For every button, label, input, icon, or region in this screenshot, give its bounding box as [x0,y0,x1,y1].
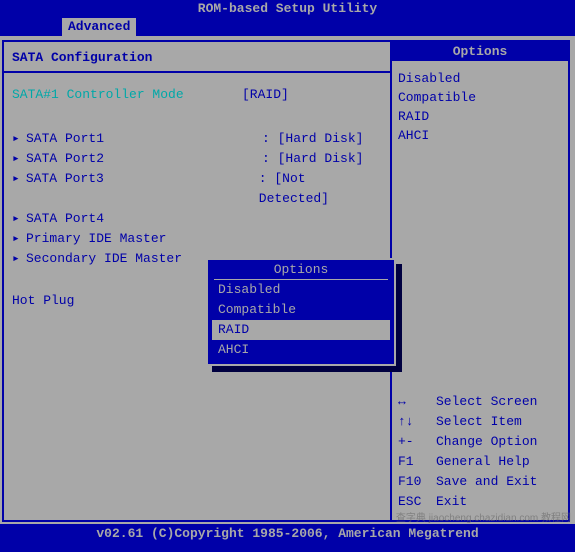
popup-option-raid[interactable]: RAID [212,320,390,340]
port-value: : [Hard Disk] [262,129,363,149]
help-option: AHCI [398,126,562,145]
triangle-icon: ▸ [12,209,26,229]
key-sym: +- [398,432,436,452]
key-row: F10Save and Exit [398,472,562,492]
sata-port1-row[interactable]: ▸ SATA Port1 : [Hard Disk] [12,129,382,149]
triangle-icon: ▸ [12,129,26,149]
controller-mode-label: SATA#1 Controller Mode [12,85,242,105]
key-row: +-Change Option [398,432,562,452]
key-sym: ↔ [398,392,436,412]
main-area: SATA Configuration SATA#1 Controller Mod… [0,36,575,524]
key-sym: ↑↓ [398,412,436,432]
tab-row: Advanced [0,18,575,36]
port-label: SATA Port3 [26,169,259,209]
triangle-icon: ▸ [12,229,26,249]
title-bar: ROM-based Setup Utility [0,0,575,18]
options-popup: Options Disabled Compatible RAID AHCI [206,258,396,366]
sata-port4-row[interactable]: ▸ SATA Port4 [12,209,382,229]
key-row: ↑↓Select Item [398,412,562,432]
popup-option-compatible[interactable]: Compatible [208,300,394,320]
key-desc: Save and Exit [436,472,537,492]
key-desc: Select Screen [436,392,537,412]
footer: v02.61 (C)Copyright 1985-2006, American … [0,524,575,544]
port-label: Primary IDE Master [26,229,262,249]
port-label: SATA Port2 [26,149,262,169]
port-label: SATA Port4 [26,209,262,229]
key-hints: ↔Select Screen ↑↓Select Item +-Change Op… [398,392,562,512]
sata-port3-row[interactable]: ▸ SATA Port3 : [Not Detected] [12,169,382,209]
section-title: SATA Configuration [12,50,382,65]
primary-ide-row[interactable]: ▸ Primary IDE Master [12,229,382,249]
key-desc: Select Item [436,412,522,432]
help-option: RAID [398,107,562,126]
key-row: F1General Help [398,452,562,472]
controller-mode-value: [RAID] [242,85,289,105]
key-desc: Change Option [436,432,537,452]
triangle-icon: ▸ [12,249,26,269]
left-pane: SATA Configuration SATA#1 Controller Mod… [2,40,392,522]
triangle-icon: ▸ [12,149,26,169]
divider [4,71,390,73]
port-label: SATA Port1 [26,129,262,149]
help-title: Options [392,42,568,61]
help-options-list: Disabled Compatible RAID AHCI [398,69,562,145]
popup-option-disabled[interactable]: Disabled [208,280,394,300]
sata-port2-row[interactable]: ▸ SATA Port2 : [Hard Disk] [12,149,382,169]
port-list: ▸ SATA Port1 : [Hard Disk] ▸ SATA Port2 … [12,129,382,269]
help-pane: Options Disabled Compatible RAID AHCI [398,50,562,145]
key-desc: General Help [436,452,530,472]
watermark: 查字典 jiaocheng.chazidian.com 教程网 [396,509,571,524]
key-row: ↔Select Screen [398,392,562,412]
port-value: : [Not Detected] [259,169,382,209]
key-sym: F10 [398,472,436,492]
port-value: : [Hard Disk] [262,149,363,169]
help-option: Disabled [398,69,562,88]
help-option: Compatible [398,88,562,107]
popup-title: Options [214,260,388,280]
right-pane: Options Disabled Compatible RAID AHCI ↔S… [392,40,570,522]
triangle-icon: ▸ [12,169,26,209]
popup-option-ahci[interactable]: AHCI [208,340,394,360]
key-sym: F1 [398,452,436,472]
controller-mode-row[interactable]: SATA#1 Controller Mode [RAID] [12,85,382,105]
tab-advanced[interactable]: Advanced [62,18,136,36]
